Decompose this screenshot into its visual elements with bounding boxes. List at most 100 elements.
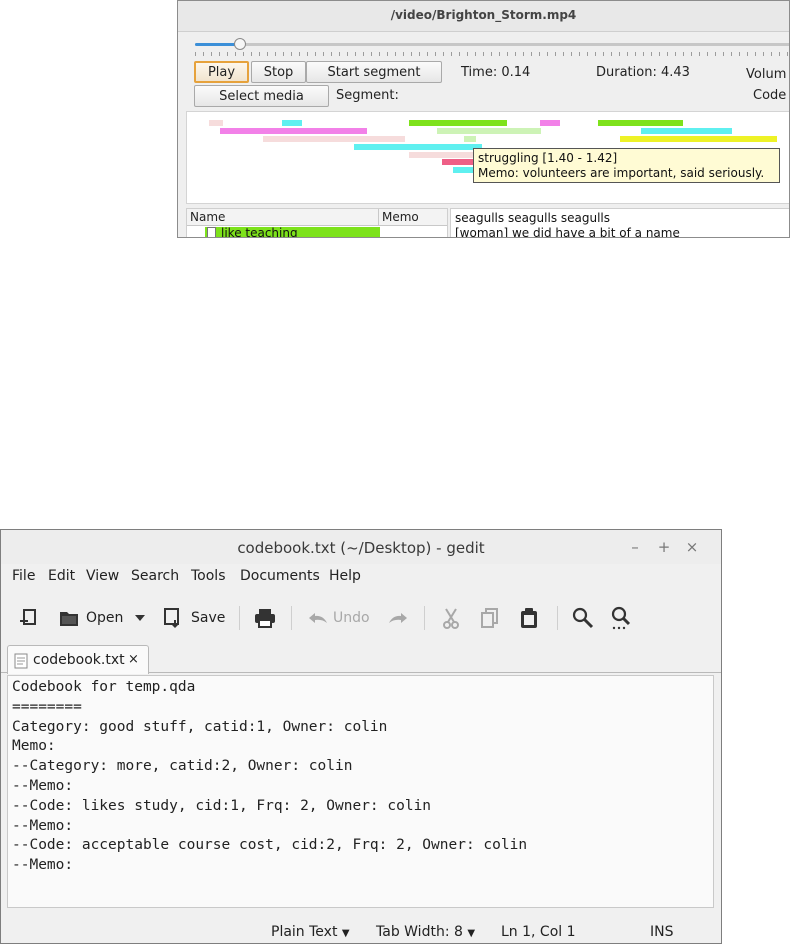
save-button[interactable]: Save (163, 606, 225, 630)
column-header-name[interactable]: Name (187, 209, 379, 226)
segment-bar[interactable] (409, 120, 507, 126)
save-label: Save (191, 610, 226, 626)
undo-button[interactable]: Undo (307, 606, 370, 630)
segment-bar[interactable] (409, 152, 479, 158)
find-replace-button[interactable] (611, 606, 633, 630)
cursor-position: Ln 1, Col 1 (501, 924, 576, 940)
close-icon[interactable]: × (684, 538, 700, 556)
menu-edit[interactable]: Edit (48, 568, 75, 584)
segment-bar[interactable] (464, 136, 476, 142)
segment-bar[interactable] (598, 120, 683, 126)
chevron-down-icon: ▼ (341, 928, 350, 939)
playback-slider[interactable] (195, 43, 789, 46)
segment-bar[interactable] (263, 136, 405, 142)
segment-tooltip: struggling [1.40 - 1.42] Memo: volunteer… (473, 148, 780, 183)
copy-button[interactable] (480, 606, 500, 630)
status-bar: Plain Text ▼ Tab Width: 8 ▼ Ln 1, Col 1 … (1, 916, 721, 943)
minimize-icon[interactable]: – (627, 538, 643, 556)
new-document-button[interactable] (18, 606, 38, 630)
chevron-down-icon: ▼ (467, 928, 476, 939)
toolbar-separator (424, 606, 425, 630)
segment-label: Segment: (336, 88, 399, 103)
open-recent-dropdown[interactable] (134, 606, 146, 630)
menu-search[interactable]: Search (131, 568, 179, 584)
media-file-path: /video/Brighton_Storm.mp4 (390, 8, 577, 22)
slider-handle[interactable] (234, 38, 246, 50)
transcript-pane[interactable]: seagulls seagulls seagulls [woman] we di… (450, 208, 789, 237)
editor-line: Codebook for temp.qda (12, 679, 196, 695)
document-icon (207, 227, 216, 237)
clipboard-icon (521, 608, 537, 628)
player-title-bar: /video/Brighton_Storm.mp4 (178, 1, 789, 31)
tab-label: codebook.txt (33, 652, 125, 668)
segment-bar[interactable] (437, 128, 541, 134)
search-replace-icon (611, 606, 631, 630)
text-file-icon (14, 653, 28, 669)
undo-icon (309, 613, 327, 623)
print-button[interactable] (254, 606, 276, 630)
toolbar-separator (291, 606, 292, 630)
start-segment-button[interactable]: Start segment (306, 61, 442, 83)
tab-width-selector[interactable]: Tab Width: 8 ▼ (376, 924, 475, 940)
menu-tools[interactable]: Tools (191, 568, 226, 584)
menu-view[interactable]: View (86, 568, 119, 584)
segment-bar[interactable] (641, 128, 732, 134)
chevron-down-icon (135, 615, 145, 621)
tab-width-label: Tab Width: 8 (376, 924, 463, 940)
segment-bar[interactable] (220, 128, 367, 134)
slider-ticks (195, 52, 789, 56)
window-title: codebook.txt (~/Desktop) - gedit (237, 539, 485, 557)
tab-codebook[interactable]: codebook.txt × (7, 645, 149, 674)
tree-item[interactable]: like teaching (205, 227, 380, 237)
open-button[interactable]: Open (58, 606, 123, 630)
search-icon (572, 607, 594, 629)
title-bar: codebook.txt (~/Desktop) - gedit – + × (1, 530, 721, 564)
editor-line: Category: good stuff, catid:1, Owner: co… (12, 718, 388, 735)
codes-tree[interactable]: Name Memo like teaching (186, 208, 448, 237)
stop-button[interactable]: Stop (251, 61, 306, 83)
transcript-line: seagulls seagulls seagulls (455, 211, 611, 225)
editor-line: --Memo: (12, 817, 74, 834)
segment-bar[interactable] (282, 120, 302, 126)
paste-button[interactable] (519, 606, 539, 630)
menu-documents[interactable]: Documents (240, 568, 320, 584)
open-label: Open (86, 610, 124, 626)
segment-bar[interactable] (540, 120, 560, 126)
cut-button[interactable] (442, 606, 460, 630)
redo-button[interactable] (387, 606, 409, 630)
play-button[interactable]: Play (194, 61, 249, 83)
tab-close-icon[interactable]: × (128, 652, 139, 667)
divider (178, 31, 789, 32)
save-icon (164, 608, 179, 628)
text-editor[interactable]: Codebook for temp.qda ======== Category: g… (7, 675, 714, 908)
column-header-memo[interactable]: Memo (379, 209, 447, 226)
toolbar-separator (557, 606, 558, 630)
time-readout: Time: 0.14 (461, 65, 531, 80)
editor-line: --Category: more, catid:2, Owner: colin (12, 758, 353, 775)
copy-icon (481, 608, 498, 628)
tab-bar: codebook.txt × (1, 643, 721, 674)
duration-readout: Duration: 4.43 (596, 65, 690, 80)
redo-icon (389, 613, 407, 623)
toolbar-separator (239, 606, 240, 630)
editor-line: --Code: likes study, cid:1, Frq: 2, Owne… (12, 797, 432, 814)
volume-label: Volum (746, 67, 787, 82)
insert-mode: INS (650, 924, 674, 940)
syntax-label: Plain Text (271, 924, 338, 940)
new-document-icon (20, 609, 36, 625)
menu-file[interactable]: File (12, 568, 35, 584)
editor-line: --Code: acceptable course cost, cid:2, F… (12, 837, 528, 854)
code-label: Code (753, 88, 787, 103)
editor-line: --Memo: (12, 777, 74, 794)
segment-bar[interactable] (620, 136, 777, 142)
undo-label: Undo (333, 610, 370, 626)
segment-bar[interactable] (209, 120, 223, 126)
select-media-button[interactable]: Select media (194, 85, 329, 107)
menu-help[interactable]: Help (329, 568, 361, 584)
segment-bar[interactable] (354, 144, 482, 150)
scissors-icon (443, 608, 459, 629)
find-button[interactable] (572, 606, 594, 630)
print-icon (255, 609, 275, 628)
maximize-icon[interactable]: + (656, 538, 672, 556)
syntax-selector[interactable]: Plain Text ▼ (271, 924, 350, 940)
